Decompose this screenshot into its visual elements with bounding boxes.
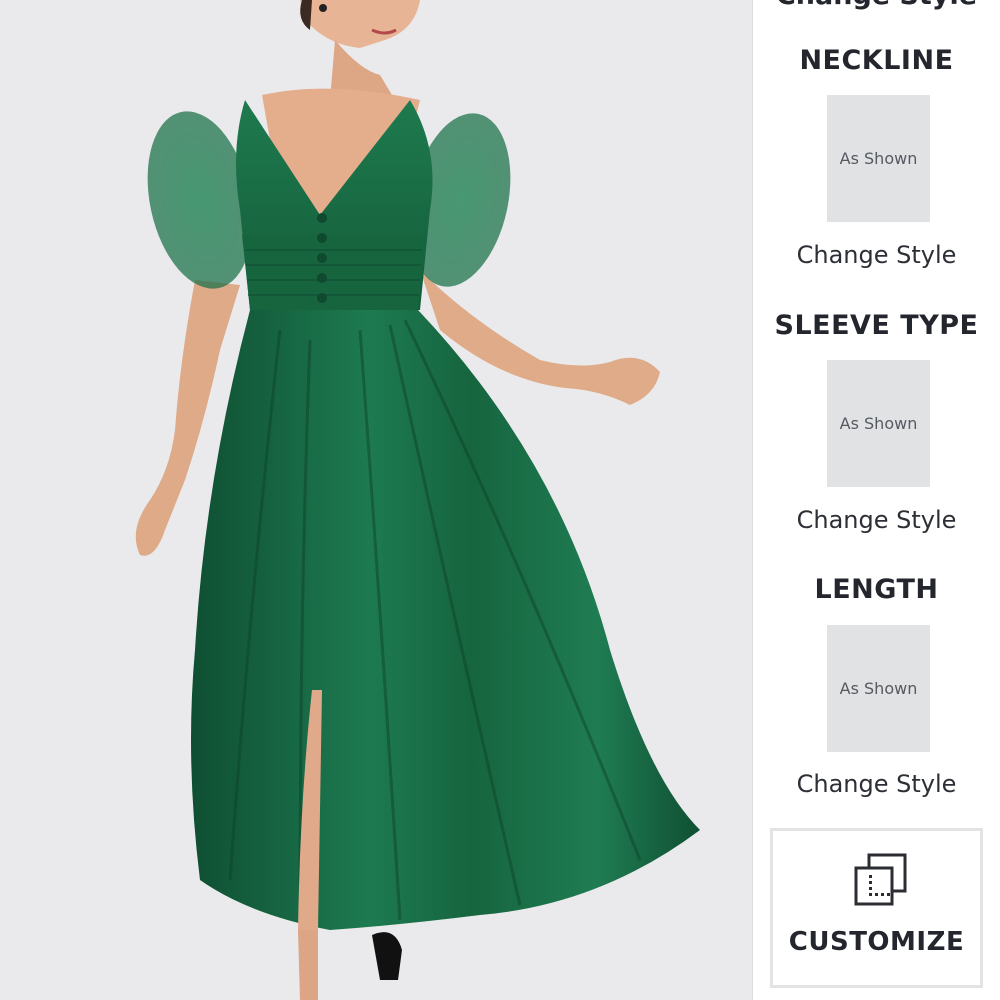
- neckline-thumbnail[interactable]: As Shown: [827, 95, 930, 222]
- sleeve-type-thumbnail-label: As Shown: [839, 414, 918, 433]
- length-thumbnail[interactable]: As Shown: [827, 625, 930, 752]
- style-options-panel: Change Style NECKLINE As Shown Change St…: [753, 0, 1000, 1000]
- sleeve-type-thumbnail[interactable]: As Shown: [827, 360, 930, 487]
- customize-icon: [854, 853, 907, 906]
- customize-button[interactable]: CUSTOMIZE: [770, 828, 983, 988]
- dress-photo-illustration: [135, 0, 700, 1000]
- product-photo[interactable]: [0, 0, 752, 1000]
- product-page: Change Style NECKLINE As Shown Change St…: [0, 0, 1000, 1000]
- neckline-heading: NECKLINE: [799, 45, 954, 76]
- neckline-thumbnail-label: As Shown: [839, 149, 918, 168]
- cut-off-change-style-title: Change Style: [753, 0, 1000, 12]
- length-heading: LENGTH: [814, 574, 939, 605]
- customize-label: CUSTOMIZE: [788, 927, 965, 957]
- neckline-change-style-link[interactable]: Change Style: [753, 240, 1000, 270]
- sleeve-type-change-style-link[interactable]: Change Style: [753, 505, 1000, 535]
- sleeve-type-heading: SLEEVE TYPE: [774, 310, 979, 341]
- length-thumbnail-label: As Shown: [839, 679, 918, 698]
- length-change-style-link[interactable]: Change Style: [753, 769, 1000, 799]
